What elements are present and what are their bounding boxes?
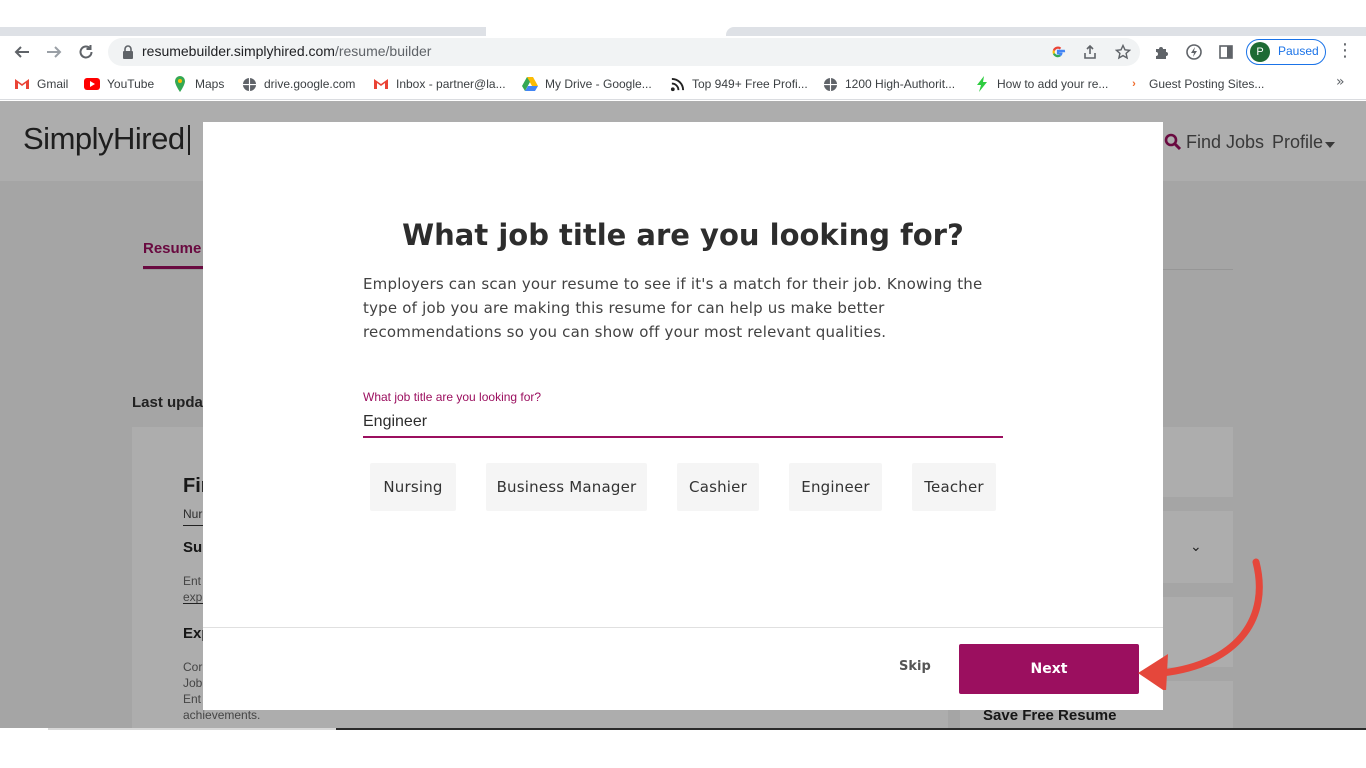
globe-icon (822, 76, 838, 92)
bookmark-label: 1200 High-Authorit... (845, 77, 956, 91)
maps-icon (172, 76, 188, 92)
modal-description: Employers can scan your resume to see if… (363, 275, 983, 341)
bookmark-item[interactable]: How to add your re... (974, 76, 1108, 92)
job-title-input[interactable] (363, 408, 1003, 438)
suggestion-chip-engineer[interactable]: Engineer (789, 463, 882, 511)
bookmark-item[interactable]: Maps (172, 76, 224, 92)
menu-icon[interactable]: ⋮ (1336, 40, 1354, 64)
back-icon[interactable] (10, 40, 34, 64)
job-title-field-label: What job title are you looking for? (363, 390, 542, 404)
bookmark-label: How to add your re... (997, 77, 1109, 91)
profile-avatar: P (1250, 42, 1270, 62)
suggestion-chip-teacher[interactable]: Teacher (912, 463, 996, 511)
bookmark-label: Inbox - partner@la... (396, 77, 506, 91)
bookmark-label: YouTube (107, 77, 155, 91)
bookmarks-bar: Gmail YouTube Maps drive.google.com Inbo… (0, 68, 1366, 100)
bookmark-label: Maps (195, 77, 225, 91)
bookmark-label: drive.google.com (264, 77, 356, 91)
performance-icon[interactable] (1184, 42, 1204, 62)
url-path: /resume/builder (334, 43, 432, 59)
share-icon[interactable] (1081, 43, 1099, 61)
url-host: resumebuilder.simplyhired.com (142, 43, 335, 59)
globe-icon (241, 76, 257, 92)
suggestion-chip-business-manager[interactable]: Business Manager (486, 463, 647, 511)
browser-toolbar: resumebuilder.simplyhired.com/resume/bui… (0, 36, 1366, 68)
bookmark-label: My Drive - Google... (545, 77, 652, 91)
bookmark-label: Gmail (37, 77, 69, 91)
bolt-icon (974, 76, 990, 92)
side-panel-icon[interactable] (1216, 42, 1236, 62)
bookmark-item[interactable]: 1200 High-Authorit... (822, 76, 955, 92)
annotation-arrow-icon (1138, 558, 1263, 690)
feed-icon (669, 76, 685, 92)
bookmark-label: Guest Posting Sites... (1149, 77, 1265, 91)
bookmark-item[interactable]: Inbox - partner@la... (373, 76, 506, 92)
modal-title: What job title are you looking for? (402, 218, 964, 252)
tab-strip-background (0, 27, 486, 36)
profile-status: Paused (1278, 44, 1319, 58)
forward-icon[interactable] (42, 40, 66, 64)
suggestion-chip-nursing[interactable]: Nursing (370, 463, 456, 511)
modal-footer-divider (203, 627, 1163, 628)
lock-icon[interactable] (120, 44, 136, 60)
url-text: resumebuilder.simplyhired.com/resume/bui… (142, 43, 431, 59)
suggestion-chip-cashier[interactable]: Cashier (677, 463, 759, 511)
drive-icon (522, 76, 538, 92)
address-bar[interactable]: resumebuilder.simplyhired.com/resume/bui… (108, 38, 1140, 66)
profile-button[interactable]: P Paused (1246, 39, 1326, 65)
extensions-icon[interactable] (1152, 42, 1172, 62)
bookmark-item[interactable]: My Drive - Google... (522, 76, 652, 92)
youtube-icon (84, 76, 100, 92)
bookmark-item[interactable]: Top 949+ Free Profi... (669, 76, 808, 92)
bookmark-item[interactable]: Gmail (14, 76, 68, 92)
taskbar-edge-highlight (48, 728, 336, 730)
gmail-icon (14, 76, 30, 92)
screen-bottom (0, 728, 1366, 768)
bookmark-label: Top 949+ Free Profi... (692, 77, 808, 91)
site-icon: › (1132, 78, 1136, 90)
star-icon[interactable] (1114, 43, 1132, 61)
bookmark-item[interactable]: YouTube (84, 76, 154, 92)
gmail-icon (373, 76, 389, 92)
bookmark-item[interactable]: drive.google.com (241, 76, 355, 92)
job-title-modal: What job title are you looking for? Empl… (203, 122, 1163, 710)
reload-icon[interactable] (74, 40, 98, 64)
tab-strip-background (726, 27, 1366, 36)
tab-strip (0, 0, 1366, 36)
google-icon[interactable] (1049, 43, 1067, 61)
bookmark-item[interactable]: › Guest Posting Sites... (1126, 76, 1264, 92)
bookmarks-overflow-icon[interactable]: » (1336, 74, 1345, 90)
next-button[interactable]: Next (959, 644, 1139, 694)
skip-button[interactable]: Skip (899, 659, 931, 674)
